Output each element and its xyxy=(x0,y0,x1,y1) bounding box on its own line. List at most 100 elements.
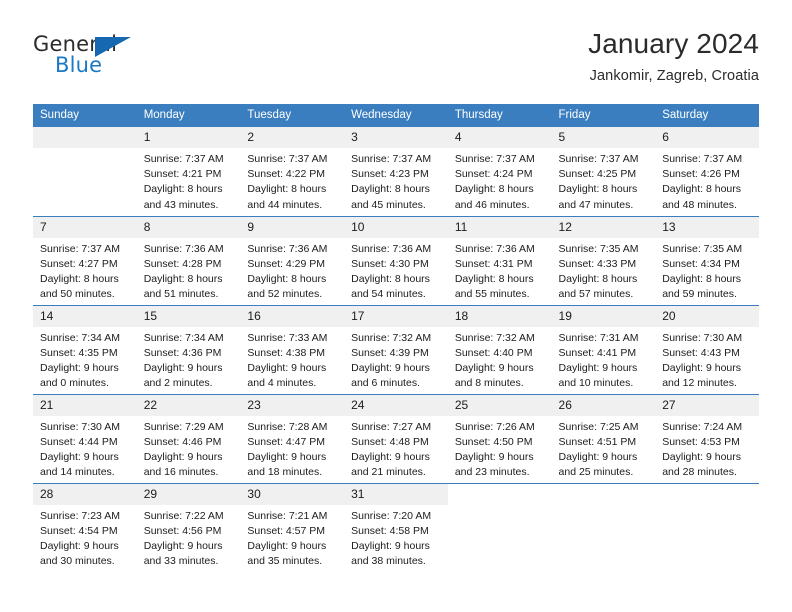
calendar-day-cell[interactable]: 19 Sunrise: 7:31 AM Sunset: 4:41 PM Dayligh… xyxy=(551,304,656,394)
day-number: 31 xyxy=(344,483,448,505)
day-details: Sunrise: 7:36 AM Sunset: 4:28 PM Daylight:… xyxy=(137,238,241,303)
calendar-day-cell[interactable]: 30 Sunrise: 7:21 AM Sunset: 4:57 PM Dayligh… xyxy=(240,482,345,573)
weekday-header-row: Sunday Monday Tuesday Wednesday Thursday… xyxy=(33,104,759,127)
day-cell-inner: 10 Sunrise: 7:36 AM Sunset: 4:30 PM Dayligh… xyxy=(344,216,448,305)
daylight-text-line1: Daylight: 9 hours xyxy=(662,361,742,374)
daylight-text-line2: and 47 minutes. xyxy=(558,198,634,211)
calendar-day-cell[interactable]: 1 Sunrise: 7:37 AM Sunset: 4:21 PM Daylight… xyxy=(136,127,241,216)
calendar-day-cell[interactable]: 4 Sunrise: 7:37 AM Sunset: 4:24 PM Daylight… xyxy=(447,127,552,216)
sunset-text: Sunset: 4:21 PM xyxy=(143,168,222,181)
day-number xyxy=(552,484,656,505)
calendar-empty-cell xyxy=(655,482,759,572)
sunset-text: Sunset: 4:39 PM xyxy=(351,346,429,359)
daylight-text-line2: and 21 minutes. xyxy=(351,466,426,479)
day-number: 8 xyxy=(136,216,241,238)
calendar-day-cell[interactable]: 7 Sunrise: 7:37 AM Sunset: 4:27 PM Daylight… xyxy=(33,215,137,305)
day-details: Sunrise: 7:37 AM Sunset: 4:27 PM Daylight:… xyxy=(33,238,137,303)
title-block: January 2024 Jankomir, Zagreb, Croatia xyxy=(588,28,759,86)
day-cell-inner: 9 Sunrise: 7:36 AM Sunset: 4:29 PM Daylight… xyxy=(240,216,345,305)
day-cell-inner: 7 Sunrise: 7:37 AM Sunset: 4:27 PM Daylight… xyxy=(33,216,137,305)
calendar-day-cell[interactable]: 12 Sunrise: 7:35 AM Sunset: 4:33 PM Dayligh… xyxy=(551,215,656,305)
calendar-day-cell[interactable]: 26 Sunrise: 7:25 AM Sunset: 4:51 PM Dayligh… xyxy=(551,393,656,483)
daylight-text-line1: Daylight: 9 hours xyxy=(143,361,223,374)
day-details: Sunrise: 7:32 AM Sunset: 4:39 PM Daylight:… xyxy=(344,327,448,392)
calendar-day-cell[interactable]: 15 Sunrise: 7:34 AM Sunset: 4:36 PM Dayligh… xyxy=(136,304,241,394)
calendar-day-cell[interactable]: 28 Sunrise: 7:23 AM Sunset: 4:54 PM Dayligh… xyxy=(33,482,137,572)
calendar-day-cell[interactable]: 10 Sunrise: 7:36 AM Sunset: 4:30 PM Dayligh… xyxy=(344,215,448,305)
calendar-day-cell[interactable]: 21 Sunrise: 7:30 AM Sunset: 4:44 PM Dayligh… xyxy=(33,393,137,483)
calendar-day-cell[interactable]: 5 Sunrise: 7:37 AM Sunset: 4:25 PM Daylight… xyxy=(551,127,656,216)
calendar-empty-cell xyxy=(551,482,656,573)
sunrise-text: Sunrise: 7:29 AM xyxy=(143,420,224,433)
sunset-text: Sunset: 4:57 PM xyxy=(247,524,326,537)
day-number: 24 xyxy=(344,394,448,416)
day-cell-inner: 14 Sunrise: 7:34 AM Sunset: 4:35 PM Dayligh… xyxy=(33,305,137,394)
sunrise-text: Sunrise: 7:30 AM xyxy=(662,331,743,344)
calendar-day-cell[interactable]: 6 Sunrise: 7:37 AM Sunset: 4:26 PM Daylight… xyxy=(655,127,759,216)
day-cell-inner: 8 Sunrise: 7:36 AM Sunset: 4:28 PM Daylight… xyxy=(136,216,241,305)
calendar-day-cell[interactable]: 2 Sunrise: 7:37 AM Sunset: 4:22 PM Daylight… xyxy=(240,127,345,216)
calendar-day-cell[interactable]: 31 Sunrise: 7:20 AM Sunset: 4:58 PM Dayligh… xyxy=(344,482,448,572)
daylight-text-line1: Daylight: 9 hours xyxy=(247,450,327,463)
sunset-text: Sunset: 4:24 PM xyxy=(454,168,533,181)
sunrise-text: Sunrise: 7:22 AM xyxy=(143,509,224,522)
sunset-text: Sunset: 4:50 PM xyxy=(454,435,533,448)
calendar-day-cell[interactable]: 14 Sunrise: 7:34 AM Sunset: 4:35 PM Dayligh… xyxy=(33,304,137,394)
logo-text-blue: Blue xyxy=(55,53,103,77)
daylight-text-line2: and 55 minutes. xyxy=(454,288,530,301)
calendar-day-cell[interactable]: 23 Sunrise: 7:28 AM Sunset: 4:47 PM Dayligh… xyxy=(240,393,345,483)
calendar-day-cell[interactable]: 24 Sunrise: 7:27 AM Sunset: 4:48 PM Dayligh… xyxy=(344,393,448,483)
daylight-text-line2: and 0 minutes. xyxy=(40,377,109,390)
day-cell-inner: 12 Sunrise: 7:35 AM Sunset: 4:33 PM Dayligh… xyxy=(551,216,656,305)
calendar-day-cell[interactable]: 29 Sunrise: 7:22 AM Sunset: 4:56 PM Dayligh… xyxy=(136,482,241,572)
daylight-text-line2: and 35 minutes. xyxy=(247,555,323,568)
sunset-text: Sunset: 4:38 PM xyxy=(247,346,326,359)
day-cell-inner: 23 Sunrise: 7:28 AM Sunset: 4:47 PM Dayligh… xyxy=(240,394,345,483)
sunset-text: Sunset: 4:47 PM xyxy=(247,435,326,448)
calendar-day-cell[interactable]: 18 Sunrise: 7:32 AM Sunset: 4:40 PM Dayligh… xyxy=(447,304,552,394)
calendar-day-cell[interactable]: 9 Sunrise: 7:36 AM Sunset: 4:29 PM Daylight… xyxy=(240,215,345,305)
calendar-day-cell[interactable]: 13 Sunrise: 7:35 AM Sunset: 4:34 PM Dayligh… xyxy=(655,215,759,305)
daylight-text-line1: Daylight: 8 hours xyxy=(558,272,638,285)
daylight-text-line2: and 10 minutes. xyxy=(558,377,634,390)
day-cell-inner: 30 Sunrise: 7:21 AM Sunset: 4:57 PM Dayligh… xyxy=(240,483,345,573)
calendar-day-cell[interactable]: 16 Sunrise: 7:33 AM Sunset: 4:38 PM Dayligh… xyxy=(240,304,345,394)
daylight-text-line2: and 48 minutes. xyxy=(662,198,737,211)
daylight-text-line1: Daylight: 8 hours xyxy=(351,183,430,196)
calendar-day-cell[interactable]: 11 Sunrise: 7:36 AM Sunset: 4:31 PM Dayligh… xyxy=(447,215,552,305)
day-details: Sunrise: 7:36 AM Sunset: 4:29 PM Daylight:… xyxy=(240,238,344,303)
weekday-header-sunday: Sunday xyxy=(33,104,137,127)
day-details: Sunrise: 7:29 AM Sunset: 4:46 PM Daylight:… xyxy=(137,416,241,481)
sunrise-text: Sunrise: 7:20 AM xyxy=(351,509,432,522)
sunrise-text: Sunrise: 7:37 AM xyxy=(558,153,639,165)
calendar-day-cell[interactable]: 8 Sunrise: 7:36 AM Sunset: 4:28 PM Daylight… xyxy=(136,215,241,305)
sunset-text: Sunset: 4:58 PM xyxy=(351,524,429,537)
daylight-text-line1: Daylight: 8 hours xyxy=(40,272,119,285)
day-cell-inner: 4 Sunrise: 7:37 AM Sunset: 4:24 PM Daylight… xyxy=(447,127,552,216)
calendar-day-cell[interactable]: 25 Sunrise: 7:26 AM Sunset: 4:50 PM Dayligh… xyxy=(447,393,552,483)
sunrise-text: Sunrise: 7:34 AM xyxy=(143,331,224,344)
daylight-text-line2: and 14 minutes. xyxy=(40,466,115,479)
calendar-day-cell[interactable]: 27 Sunrise: 7:24 AM Sunset: 4:53 PM Dayligh… xyxy=(655,393,759,483)
logo-general-blue[interactable]: General Blue xyxy=(33,28,143,84)
daylight-text-line2: and 12 minutes. xyxy=(662,377,737,390)
calendar-day-cell[interactable]: 22 Sunrise: 7:29 AM Sunset: 4:46 PM Dayligh… xyxy=(136,393,241,483)
day-cell-inner: 13 Sunrise: 7:35 AM Sunset: 4:34 PM Dayligh… xyxy=(655,216,759,305)
calendar-week-row: 1 Sunrise: 7:37 AM Sunset: 4:21 PM Daylight… xyxy=(33,127,759,216)
daylight-text-line2: and 18 minutes. xyxy=(247,466,323,479)
day-cell-inner xyxy=(33,127,137,216)
weekday-header-wednesday: Wednesday xyxy=(344,104,448,127)
daylight-text-line2: and 59 minutes. xyxy=(662,288,737,301)
sunrise-text: Sunrise: 7:37 AM xyxy=(351,153,432,165)
weekday-header-tuesday: Tuesday xyxy=(240,104,345,127)
day-cell-inner xyxy=(552,484,656,573)
day-number: 23 xyxy=(240,394,345,416)
sunset-text: Sunset: 4:25 PM xyxy=(558,168,637,181)
calendar-table: Sunday Monday Tuesday Wednesday Thursday… xyxy=(33,104,759,572)
day-cell-inner xyxy=(448,484,552,573)
calendar-day-cell[interactable]: 20 Sunrise: 7:30 AM Sunset: 4:43 PM Dayligh… xyxy=(655,304,759,394)
day-details: Sunrise: 7:37 AM Sunset: 4:21 PM Daylight:… xyxy=(137,148,241,213)
calendar-day-cell[interactable]: 3 Sunrise: 7:37 AM Sunset: 4:23 PM Daylight… xyxy=(344,127,448,216)
calendar-day-cell[interactable]: 17 Sunrise: 7:32 AM Sunset: 4:39 PM Dayligh… xyxy=(344,304,448,394)
day-details: Sunrise: 7:35 AM Sunset: 4:34 PM Daylight:… xyxy=(655,238,759,303)
